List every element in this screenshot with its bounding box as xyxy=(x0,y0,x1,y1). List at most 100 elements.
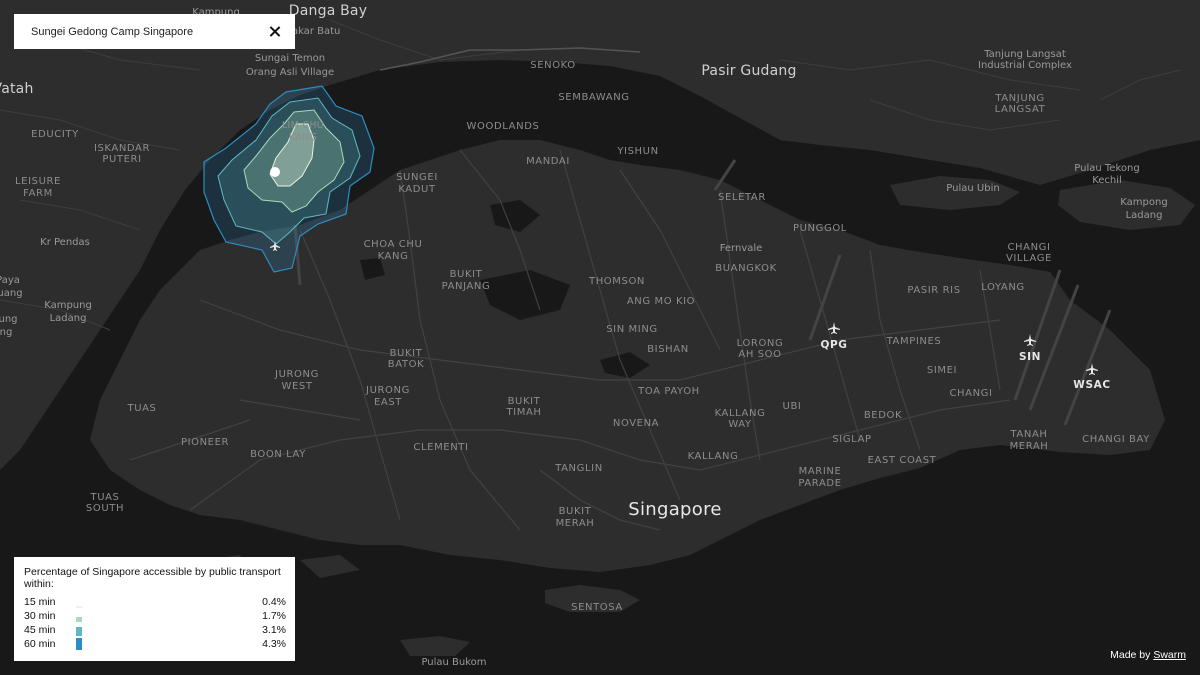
place-label: Tanjung Langsat xyxy=(983,49,1066,60)
place-label: WAY xyxy=(728,419,752,430)
place-label: BEDOK xyxy=(864,410,902,421)
place-label: TANAH xyxy=(1009,429,1047,440)
place-label: TOA PAYOH xyxy=(637,386,700,397)
place-label: ung xyxy=(0,314,18,325)
place-label: THOMSON xyxy=(588,276,645,287)
place-label: Pulau Bukom xyxy=(421,657,486,668)
place-label: BUKIT xyxy=(508,396,541,407)
legend-value: 4.3% xyxy=(262,638,286,650)
legend-value: 0.4% xyxy=(262,596,286,608)
place-label: CHOA CHU xyxy=(364,239,423,250)
legend-row: 30 min 1.7% xyxy=(24,609,286,623)
legend-value: 3.1% xyxy=(262,624,286,636)
place-label: Orang Asli Village xyxy=(246,67,334,78)
close-icon[interactable] xyxy=(267,24,283,40)
place-label: LANGSAT xyxy=(995,104,1046,115)
legend-label: 15 min xyxy=(24,596,56,608)
place-label: NOVENA xyxy=(613,418,659,429)
location-dot-icon[interactable] xyxy=(270,167,280,177)
place-label: MARINE xyxy=(799,466,842,477)
place-label: UBI xyxy=(783,401,802,412)
place-label: LOYANG xyxy=(981,282,1025,293)
place-label: uang xyxy=(0,288,23,299)
swarm-link[interactable]: Swarm xyxy=(1153,649,1186,661)
place-label: Danga Bay xyxy=(289,3,367,19)
legend-label: 60 min xyxy=(24,638,56,650)
credit: Made by Swarm xyxy=(1110,649,1186,661)
place-label: FARM xyxy=(23,188,53,199)
place-label: SIN xyxy=(1019,351,1041,363)
place-label: Singapore xyxy=(628,499,722,520)
place-label: ISKANDAR xyxy=(94,143,150,154)
place-label: TIMAH xyxy=(505,407,541,418)
place-label: TUAS xyxy=(89,492,119,503)
place-label: MERAH xyxy=(556,518,595,529)
place-label: CHANGI xyxy=(1007,242,1050,253)
place-label: TUAS xyxy=(126,403,156,414)
place-label: CHANGI BAY xyxy=(1082,434,1150,445)
place-label: PUNGGOL xyxy=(793,223,847,234)
place-label: SIN MING xyxy=(606,324,658,335)
place-label: BUKIT xyxy=(450,269,483,280)
legend-row: 45 min 3.1% xyxy=(24,623,286,637)
place-label: Kr Pendas xyxy=(40,237,90,248)
legend-label: 30 min xyxy=(24,610,56,622)
place-label: SENTOSA xyxy=(571,602,623,613)
legend-panel: Percentage of Singapore accessible by pu… xyxy=(14,557,295,661)
search-box[interactable]: Sungei Gedong Camp Singapore xyxy=(14,14,295,49)
legend-label: 45 min xyxy=(24,624,56,636)
legend-bar xyxy=(76,627,82,636)
place-label: YISHUN xyxy=(616,146,658,157)
search-input[interactable]: Sungei Gedong Camp Singapore xyxy=(31,26,267,38)
place-label: BISHAN xyxy=(647,344,689,355)
place-label: KANG xyxy=(289,132,317,143)
place-label: BUKIT xyxy=(559,506,592,517)
place-label: PUTERI xyxy=(102,154,141,165)
place-label: Kechil xyxy=(1092,175,1122,186)
place-label: AH SOO xyxy=(738,349,781,360)
place-label: Fernvale xyxy=(720,243,763,254)
place-label: Ladang xyxy=(1126,210,1163,221)
place-label: MANDAI xyxy=(526,156,570,167)
place-label: JURONG xyxy=(274,369,319,380)
credit-text: Made by xyxy=(1110,649,1151,661)
place-label: VILLAGE xyxy=(1006,253,1052,264)
place-label: SELETAR xyxy=(718,192,766,203)
place-label: KANG xyxy=(378,251,409,262)
place-label: QPG xyxy=(820,339,847,351)
place-label: Sungai Temon xyxy=(255,53,325,64)
place-label: Paya xyxy=(0,275,20,286)
place-label: SOUTH xyxy=(86,503,124,514)
legend-title: Percentage of Singapore accessible by pu… xyxy=(24,566,281,590)
place-label: WEST xyxy=(281,381,312,392)
place-label: PIONEER xyxy=(181,437,229,448)
place-label: Ladang xyxy=(50,313,87,324)
place-label: LIM CHU xyxy=(282,120,324,131)
place-label: Industrial Complex xyxy=(978,60,1072,71)
place-label: ANG MO KIO xyxy=(627,296,695,307)
place-label: LORONG xyxy=(737,338,784,349)
place-label: MERAH xyxy=(1010,441,1049,452)
place-label: KADUT xyxy=(398,184,436,195)
place-label: SIGLAP xyxy=(832,434,871,445)
place-label: LEISURE xyxy=(15,176,61,187)
place-label: BATOK xyxy=(388,359,424,370)
place-label: Pasir Gudang xyxy=(701,63,796,79)
place-label: BOON LAY xyxy=(250,449,306,460)
legend-row: 60 min 4.3% xyxy=(24,637,286,651)
place-label: PASIR RIS xyxy=(907,285,960,296)
place-label: BUANGKOK xyxy=(715,263,777,274)
place-label: Kampung xyxy=(44,300,92,311)
place-label: PARADE xyxy=(798,478,841,489)
legend-bar xyxy=(76,617,82,622)
place-label: EDUCITY xyxy=(31,129,79,140)
place-label: WOODLANDS xyxy=(467,121,540,132)
place-label: BUKIT xyxy=(390,348,423,359)
place-label: SUNGEI xyxy=(396,172,438,183)
place-label: WSAC xyxy=(1073,379,1110,391)
legend-value: 1.7% xyxy=(262,610,286,622)
legend-bar xyxy=(76,606,82,608)
legend-row: 15 min 0.4% xyxy=(24,595,286,609)
place-label: KALLANG xyxy=(688,451,739,462)
place-label: CHANGI xyxy=(949,388,992,399)
